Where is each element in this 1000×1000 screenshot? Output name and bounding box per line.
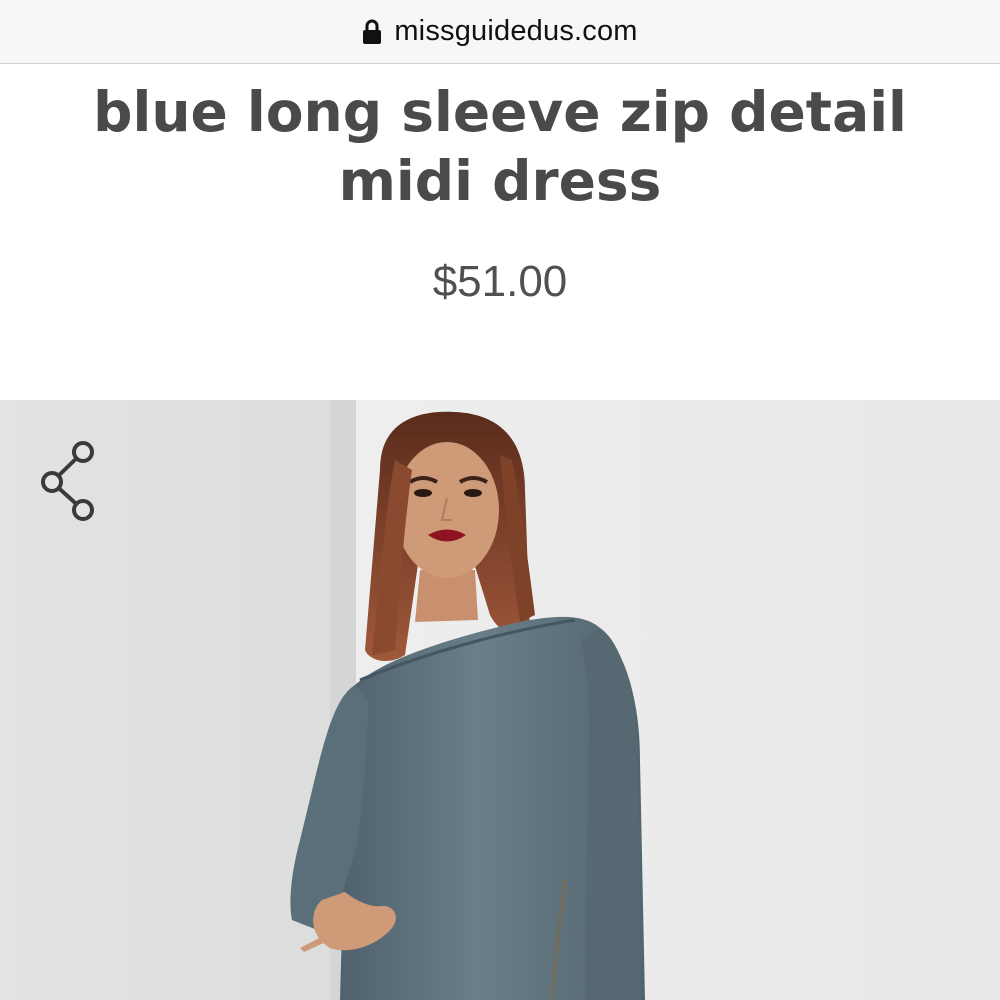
product-title: blue long sleeve zip detail midi dress <box>93 80 907 213</box>
browser-url-bar[interactable]: missguidedus.com <box>0 0 1000 64</box>
product-price: $51.00 <box>432 257 568 306</box>
share-icon <box>40 441 100 526</box>
share-button[interactable] <box>40 440 100 522</box>
product-photo[interactable] <box>0 400 1000 1000</box>
lock-icon <box>362 19 382 45</box>
url-text: missguidedus.com <box>394 15 638 47</box>
